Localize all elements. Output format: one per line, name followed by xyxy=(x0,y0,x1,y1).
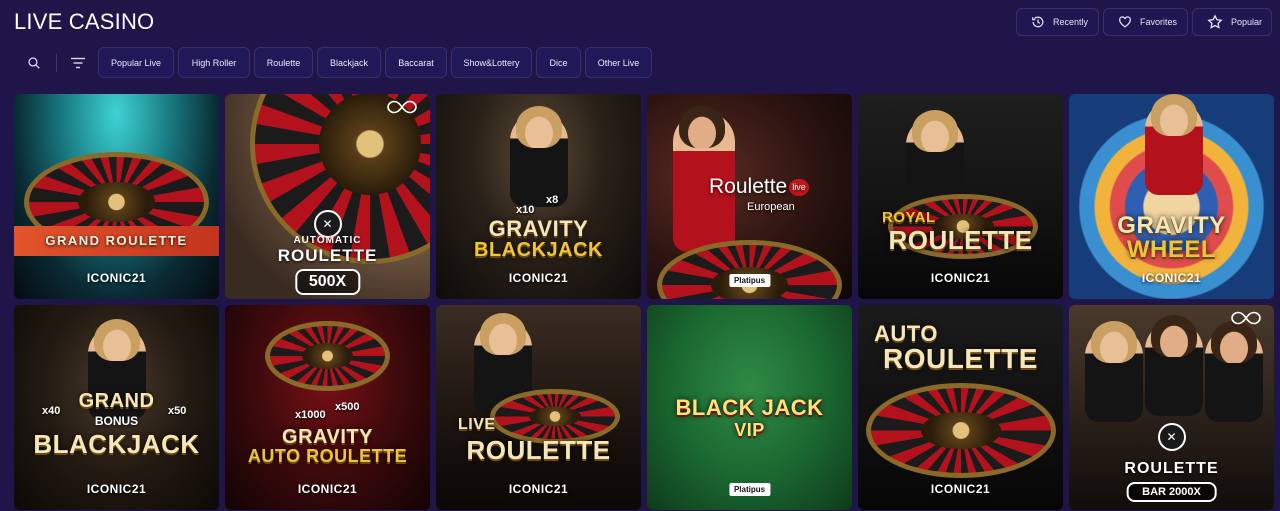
page-title: LIVE CASINO xyxy=(14,9,155,34)
provider-logo: ICONIC21 xyxy=(86,482,147,496)
game-tile[interactable]: ROULETTE BAR 2000X xyxy=(1069,305,1274,510)
game-title-top: AUTOMATIC xyxy=(293,235,362,246)
tab-high-roller[interactable]: High Roller xyxy=(178,47,250,78)
game-title: ROULETTE xyxy=(277,246,378,265)
dealer-image xyxy=(1145,315,1203,416)
multiplier-badge: BAR 2000X xyxy=(1126,482,1217,502)
tab-baccarat[interactable]: Baccarat xyxy=(385,47,447,78)
game-title-top: AUTO xyxy=(874,321,938,346)
provider-logo: ICONIC21 xyxy=(86,271,147,285)
favorites-button[interactable]: Favorites xyxy=(1103,8,1188,36)
game-title-top: LIVE xyxy=(458,416,496,433)
game-tile[interactable]: GRAVITY WHEEL ICONIC21 xyxy=(1069,94,1274,299)
favorites-label: Favorites xyxy=(1140,17,1178,27)
game-title-top: GRAVITY xyxy=(488,216,589,241)
game-subtitle: European xyxy=(747,201,795,213)
multiplier-right: x8 xyxy=(546,194,559,206)
game-title: ROULETTE xyxy=(1124,460,1219,477)
toolbar-divider xyxy=(56,53,57,72)
multiplier-right: x500 xyxy=(335,401,360,413)
provider-logo: ICONIC21 xyxy=(930,271,991,285)
category-tabs: Popular Live High Roller Roulette Blackj… xyxy=(98,47,652,78)
game-title-top: BLACK JACK xyxy=(675,395,824,420)
game-title: AUTO ROULETTE xyxy=(247,446,408,466)
game-tile[interactable]: ROYAL ROULETTE ICONIC21 xyxy=(858,94,1063,299)
brand-seal-icon xyxy=(313,210,342,238)
tab-popular-live[interactable]: Popular Live xyxy=(98,47,174,78)
game-title: Roulette xyxy=(709,175,788,198)
tab-dice[interactable]: Dice xyxy=(536,47,581,78)
game-tile[interactable]: AUTOMATIC ROULETTE 500X xyxy=(225,94,430,299)
game-title: ROULETTE xyxy=(466,435,611,465)
provider-logo: ICONIC21 xyxy=(297,482,358,496)
game-title: ROULETTE xyxy=(883,343,1038,374)
bonus-label: BONUS xyxy=(94,414,139,428)
live-badge: live xyxy=(789,178,809,196)
popular-button[interactable]: Popular xyxy=(1192,8,1272,36)
recently-button[interactable]: Recently xyxy=(1016,8,1099,36)
history-icon xyxy=(1032,16,1044,28)
provider-logo: ICONIC21 xyxy=(508,482,569,496)
game-title: VIP xyxy=(734,420,765,440)
game-title: BLACKJACK xyxy=(33,429,200,459)
game-title: GRAND ROULETTE xyxy=(45,233,188,248)
game-title: WHEEL xyxy=(1126,236,1217,263)
filter-button[interactable] xyxy=(66,51,90,75)
provider-logo: Platipus xyxy=(728,274,771,287)
multiplier-left: x1000 xyxy=(295,409,326,421)
game-tile[interactable]: BLACK JACK VIP Platipus xyxy=(647,305,852,510)
provider-logo: ICONIC21 xyxy=(930,482,991,496)
game-grid: GRAND ROULETTE ICONIC21 AUTOMATIC ROULET… xyxy=(14,94,1274,510)
game-title: ROULETTE xyxy=(888,225,1033,255)
dealer-image xyxy=(1205,321,1263,422)
roulette-wheel-image xyxy=(866,383,1056,478)
game-title-top: GRAVITY xyxy=(282,426,373,448)
tab-blackjack[interactable]: Blackjack xyxy=(317,47,381,78)
quick-filters: Recently Favorites Popular xyxy=(1016,8,1272,36)
provider-logo: ICONIC21 xyxy=(508,271,569,285)
roulette-wheel-image xyxy=(265,321,390,391)
provider-logo: Platipus xyxy=(728,483,771,496)
dealer-image xyxy=(1145,94,1203,195)
tab-other-live[interactable]: Other Live xyxy=(585,47,652,78)
game-title: BLACKJACK xyxy=(474,239,603,261)
game-tile[interactable]: x10 x8 GRAVITY BLACKJACK ICONIC21 xyxy=(436,94,641,299)
infinity-icon xyxy=(387,100,417,114)
multiplier-left: x10 xyxy=(516,204,535,216)
filter-toolbar: Popular Live High Roller Roulette Blackj… xyxy=(22,47,652,78)
game-tile[interactable]: GRAND ROULETTE ICONIC21 xyxy=(14,94,219,299)
game-tile[interactable]: x40 x50 GRAND BONUS BLACKJACK ICONIC21 xyxy=(14,305,219,510)
popular-label: Popular xyxy=(1231,17,1263,27)
dealer-image xyxy=(510,106,568,207)
game-title-top: GRAND xyxy=(78,390,155,412)
search-button[interactable] xyxy=(22,51,46,75)
infinity-icon xyxy=(1231,311,1261,325)
brand-seal-icon xyxy=(1157,423,1186,451)
heart-icon xyxy=(1119,16,1131,28)
game-title-top: ROYAL xyxy=(882,209,936,226)
game-tile[interactable]: AUTO ROULETTE ICONIC21 xyxy=(858,305,1063,510)
provider-logo: ICONIC21 xyxy=(1141,271,1202,285)
recently-label: Recently xyxy=(1053,17,1089,27)
star-icon xyxy=(1207,14,1223,29)
game-tile[interactable]: x1000 x500 GRAVITY AUTO ROULETTE ICONIC2… xyxy=(225,305,430,510)
tab-roulette[interactable]: Roulette xyxy=(254,47,313,78)
game-title-row: Roulette live xyxy=(709,176,809,197)
game-tile[interactable]: LIVE ROULETTE ICONIC21 xyxy=(436,305,641,510)
dealer-image xyxy=(1085,321,1143,422)
tab-show-lottery[interactable]: Show&Lottery xyxy=(451,47,532,78)
filter-icon xyxy=(71,57,85,68)
game-tile[interactable]: Roulette live European Platipus xyxy=(647,94,852,299)
multiplier-badge: 500X xyxy=(294,269,361,295)
game-title-top: GRAVITY xyxy=(1117,212,1226,239)
search-icon xyxy=(28,56,40,69)
